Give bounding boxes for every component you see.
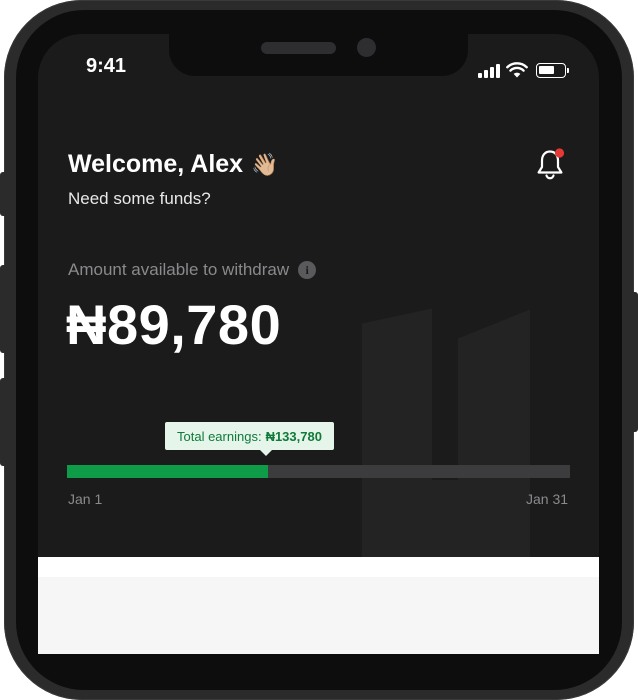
period-end-label: Jan 31: [526, 491, 569, 507]
mute-switch: [0, 172, 7, 216]
earnings-progress-bar: [67, 465, 570, 478]
info-icon[interactable]: i: [298, 261, 317, 279]
status-time: 9:41: [86, 55, 127, 77]
bottom-sheet: [38, 557, 599, 654]
app-screen: 9:41 Welcome, Alex 👋🏼 Need some funds? A…: [38, 34, 599, 654]
phone-notch: [169, 34, 468, 76]
available-label: Amount available to withdraw i: [68, 260, 317, 280]
wifi-icon: [506, 62, 528, 78]
bell-icon[interactable]: [534, 147, 568, 183]
signal-icon: [478, 64, 500, 78]
front-camera: [357, 38, 376, 57]
notification-dot: [554, 148, 565, 158]
status-icons: [478, 58, 569, 78]
power-button: [631, 292, 638, 432]
earnings-progress-fill: [67, 465, 269, 478]
volume-down-button: [0, 378, 7, 466]
earnings-label: Total earnings:: [177, 428, 262, 444]
waving-hand-icon: 👋🏼: [251, 151, 279, 177]
speaker-grill: [261, 42, 336, 54]
welcome-heading: Welcome, Alex 👋🏼: [68, 150, 278, 179]
balance-amount: ₦89,780: [66, 293, 282, 356]
available-label-text: Amount available to withdraw: [68, 260, 290, 279]
welcome-text: Welcome, Alex: [68, 150, 244, 178]
earnings-tooltip: Total earnings: ₦133,780: [165, 422, 334, 456]
period-start-label: Jan 1: [68, 491, 103, 507]
battery-icon: [536, 63, 569, 78]
tooltip-arrow: [260, 450, 272, 456]
volume-up-button: [0, 265, 7, 353]
earnings-value: ₦133,780: [265, 428, 322, 444]
subtitle: Need some funds?: [68, 189, 211, 208]
bottom-sheet-panel: [38, 577, 599, 654]
